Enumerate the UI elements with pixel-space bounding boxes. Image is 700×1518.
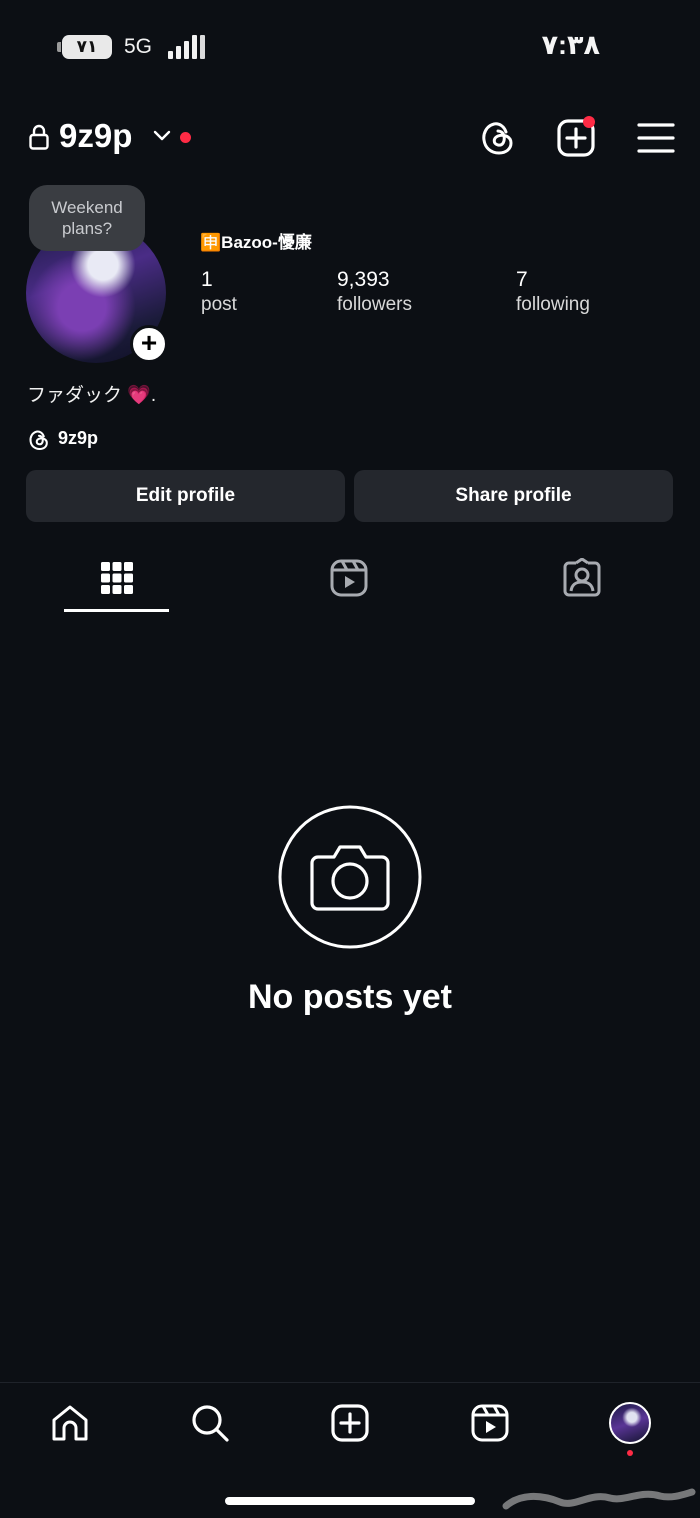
- stat-following[interactable]: 7 following: [516, 268, 590, 316]
- home-icon[interactable]: [50, 1403, 90, 1443]
- share-profile-button[interactable]: Share profile: [354, 470, 673, 522]
- camera-icon: [278, 805, 422, 949]
- lock-icon: [29, 124, 49, 150]
- stat-value: 1: [201, 268, 213, 291]
- threads-icon: [29, 430, 48, 451]
- notification-dot: [627, 1450, 633, 1456]
- stat-value: 7: [516, 268, 528, 291]
- menu-icon[interactable]: [636, 118, 676, 158]
- create-icon[interactable]: [330, 1403, 370, 1443]
- stat-label: followers: [337, 294, 412, 315]
- edit-profile-button[interactable]: Edit profile: [26, 470, 345, 522]
- create-notification-dot: [583, 116, 595, 128]
- profile-avatar[interactable]: [609, 1402, 651, 1444]
- add-story-button[interactable]: +: [130, 325, 168, 363]
- grid-icon[interactable]: [97, 558, 137, 598]
- search-icon[interactable]: [190, 1403, 230, 1443]
- profile-header: 9z9p: [0, 105, 700, 169]
- stat-posts[interactable]: 1 post: [201, 268, 237, 316]
- home-indicator: [225, 1497, 475, 1505]
- empty-state-title: No posts yet: [247, 978, 453, 1016]
- display-name: 🈸Bazoo-懮廉: [200, 233, 312, 252]
- stat-followers[interactable]: 9,393 followers: [337, 268, 412, 316]
- stat-label: following: [516, 294, 590, 315]
- active-tab-indicator: [64, 609, 169, 612]
- username-switcher[interactable]: 9z9p: [59, 117, 132, 155]
- reels-icon[interactable]: [470, 1403, 510, 1443]
- stat-value: 9,393: [337, 268, 390, 291]
- reels-icon[interactable]: [329, 558, 369, 598]
- threads-icon[interactable]: [478, 118, 518, 158]
- watermark-logo: [502, 1488, 696, 1510]
- stat-label: post: [201, 294, 237, 315]
- tagged-icon[interactable]: [562, 558, 602, 598]
- chevron-down-icon[interactable]: [152, 129, 172, 143]
- battery-indicator: ٧١: [57, 35, 112, 59]
- threads-handle: 9z9p: [58, 428, 99, 448]
- clock: ٧:٣٨: [541, 30, 600, 60]
- note-bubble[interactable]: Weekend plans?: [29, 185, 145, 251]
- status-bar: ٧١ 5G ٧:٣٨: [0, 0, 700, 95]
- content-tabs: [0, 555, 700, 615]
- network-type: 5G: [124, 35, 153, 58]
- notification-dot: [180, 132, 191, 143]
- bio-text: ファダック 💗.: [27, 385, 157, 406]
- signal-icon: [166, 35, 206, 59]
